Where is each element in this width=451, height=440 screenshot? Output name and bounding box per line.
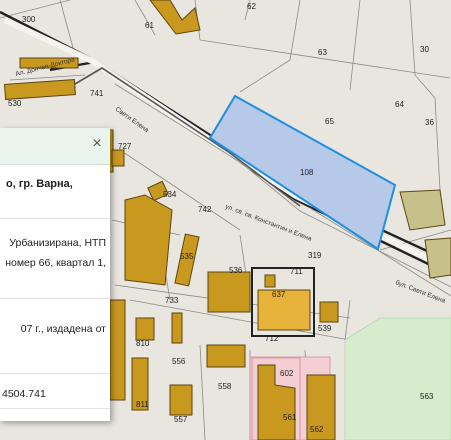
divider bbox=[0, 218, 110, 219]
panel-header: × bbox=[0, 128, 110, 165]
svg-text:742: 742 bbox=[198, 205, 212, 214]
svg-text:319: 319 bbox=[308, 251, 322, 260]
svg-text:602: 602 bbox=[280, 369, 294, 378]
parcel-info-panel: × о, гр. Варна, Урбанизирана, НТП номер … bbox=[0, 128, 110, 421]
svg-text:727: 727 bbox=[118, 142, 132, 151]
svg-text:712: 712 bbox=[265, 334, 279, 343]
svg-text:733: 733 bbox=[165, 296, 179, 305]
svg-text:562: 562 bbox=[310, 425, 324, 434]
svg-text:65: 65 bbox=[325, 117, 334, 126]
divider bbox=[0, 408, 110, 409]
divider bbox=[0, 373, 110, 374]
panel-title: о, гр. Варна, bbox=[6, 178, 73, 190]
svg-text:64: 64 bbox=[395, 100, 404, 109]
svg-text:108: 108 bbox=[300, 168, 314, 177]
panel-line-1: Урбанизирана, НТП bbox=[9, 237, 106, 249]
svg-text:530: 530 bbox=[8, 99, 22, 108]
panel-line-3: 07 г., издадена от bbox=[20, 323, 106, 335]
svg-text:62: 62 bbox=[247, 2, 256, 11]
panel-line-2: номер 66, квартал 1, bbox=[5, 257, 106, 269]
svg-text:563: 563 bbox=[420, 392, 434, 401]
svg-text:711: 711 bbox=[290, 267, 303, 276]
panel-line-5: 4504.741 bbox=[2, 388, 46, 400]
svg-text:300: 300 bbox=[22, 15, 36, 24]
svg-text:535: 535 bbox=[180, 252, 194, 261]
svg-text:539: 539 bbox=[318, 324, 332, 333]
street-label-small: Свети Елена bbox=[114, 106, 150, 134]
svg-text:536: 536 bbox=[229, 266, 243, 275]
svg-text:30: 30 bbox=[420, 45, 429, 54]
svg-text:36: 36 bbox=[425, 118, 434, 127]
svg-text:557: 557 bbox=[174, 415, 188, 424]
street-label-main: ул. св. св. Константин и Елена bbox=[224, 203, 313, 243]
svg-text:561: 561 bbox=[283, 413, 297, 422]
svg-text:63: 63 bbox=[318, 48, 327, 57]
svg-text:558: 558 bbox=[218, 382, 232, 391]
svg-text:811: 811 bbox=[136, 400, 149, 409]
green-area bbox=[344, 317, 451, 440]
svg-text:61: 61 bbox=[145, 21, 154, 30]
svg-text:810: 810 bbox=[136, 339, 150, 348]
svg-text:534: 534 bbox=[163, 190, 177, 199]
close-icon[interactable]: × bbox=[90, 136, 104, 152]
divider bbox=[0, 298, 110, 299]
svg-text:741: 741 bbox=[90, 89, 104, 98]
svg-text:637: 637 bbox=[272, 290, 286, 299]
svg-text:556: 556 bbox=[172, 357, 186, 366]
street-label-bottom-right: бул. Свети Елена bbox=[394, 278, 447, 305]
